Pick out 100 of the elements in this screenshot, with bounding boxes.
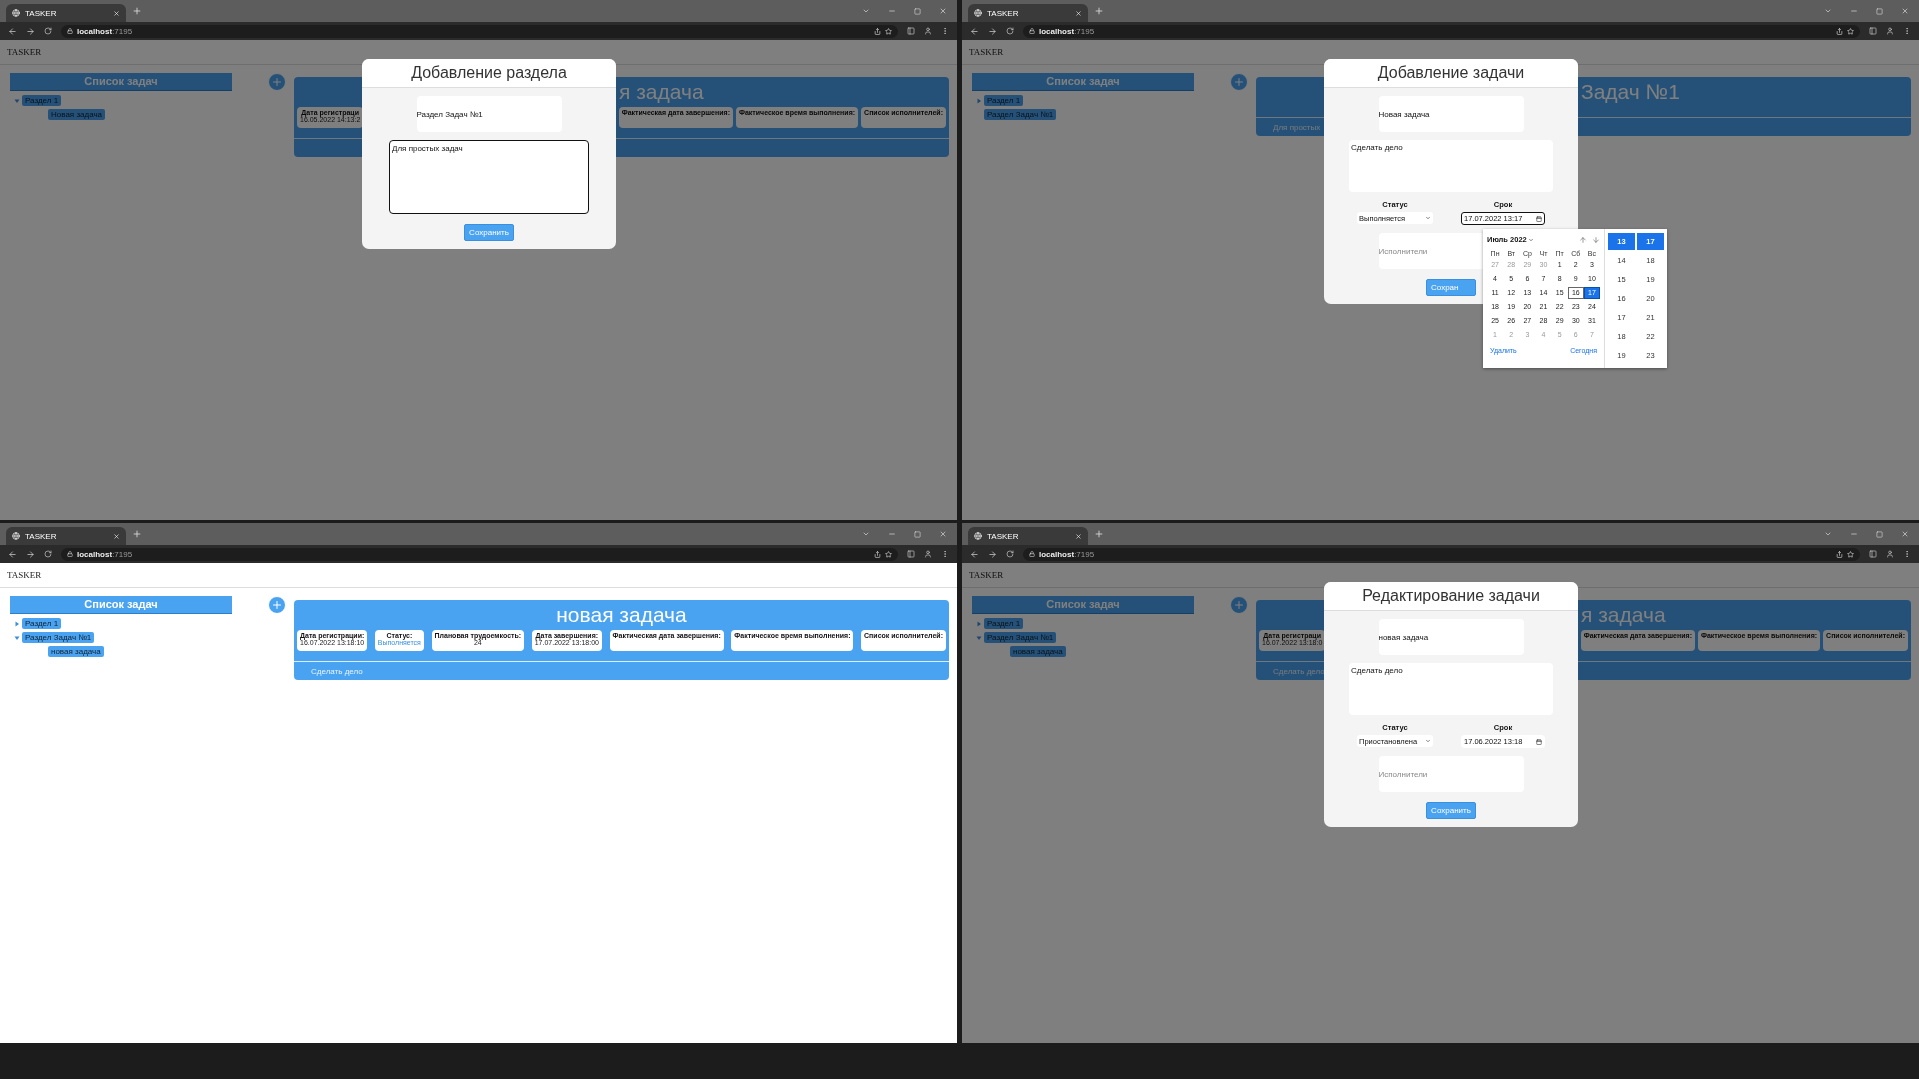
new-tab-icon[interactable] bbox=[132, 529, 142, 539]
caret-icon[interactable] bbox=[976, 97, 982, 104]
down-arrow-icon[interactable] bbox=[1592, 235, 1600, 244]
globe-icon bbox=[974, 9, 982, 17]
caret-icon[interactable] bbox=[976, 634, 982, 641]
caret-icon bbox=[1425, 738, 1431, 744]
back-icon[interactable] bbox=[970, 26, 979, 36]
description-field[interactable]: Для простых задач bbox=[389, 140, 589, 214]
sidebar-title: Список задач bbox=[10, 596, 232, 614]
task-title: я задача bbox=[618, 79, 705, 105]
forward-icon[interactable] bbox=[26, 549, 35, 559]
back-icon[interactable] bbox=[8, 26, 17, 36]
close-icon[interactable] bbox=[939, 530, 947, 538]
address-field[interactable]: localhost:7195 bbox=[1023, 24, 1860, 38]
sidebar-title: Список задач bbox=[10, 73, 232, 91]
maximize-icon[interactable] bbox=[914, 7, 921, 15]
reload-icon[interactable] bbox=[1006, 550, 1014, 558]
sidebar-icon[interactable] bbox=[907, 550, 915, 558]
star-icon[interactable] bbox=[1847, 27, 1854, 35]
menu-icon[interactable] bbox=[941, 27, 949, 35]
name-field[interactable]: Новая задача bbox=[1378, 96, 1524, 132]
address-field[interactable]: localhost:7195 bbox=[61, 547, 898, 561]
browser-tab[interactable]: TASKER bbox=[6, 4, 126, 22]
plus-icon bbox=[1233, 76, 1245, 88]
profile-icon[interactable] bbox=[1886, 550, 1894, 558]
address-field[interactable]: localhost:7195 bbox=[61, 24, 898, 38]
address-field[interactable]: localhost:7195 bbox=[1023, 547, 1860, 561]
menu-icon[interactable] bbox=[1903, 27, 1911, 35]
share-icon[interactable] bbox=[1836, 550, 1843, 558]
task-description: Сделать дело bbox=[1272, 666, 1325, 676]
profile-icon[interactable] bbox=[924, 27, 932, 35]
star-icon[interactable] bbox=[885, 27, 892, 35]
description-field[interactable]: Сделать дело bbox=[1349, 663, 1553, 715]
add-button[interactable] bbox=[268, 73, 286, 91]
star-icon[interactable] bbox=[1847, 550, 1854, 558]
close-icon[interactable] bbox=[1901, 530, 1909, 538]
forward-icon[interactable] bbox=[988, 549, 997, 559]
sidebar-icon[interactable] bbox=[907, 27, 915, 35]
maximize-icon[interactable] bbox=[1876, 530, 1883, 538]
new-tab-icon[interactable] bbox=[1094, 6, 1104, 16]
tree-item[interactable]: Раздел Задач №1 bbox=[22, 632, 95, 643]
new-tab-icon[interactable] bbox=[1094, 529, 1104, 539]
back-icon[interactable] bbox=[8, 549, 17, 559]
caret-icon bbox=[1527, 236, 1534, 243]
chevron-down-icon[interactable] bbox=[1824, 530, 1832, 538]
add-button[interactable] bbox=[1230, 596, 1248, 614]
lock-icon bbox=[67, 551, 73, 557]
tree-item[interactable]: Раздел 1 bbox=[22, 618, 62, 629]
browser-tab[interactable]: TASKER bbox=[968, 4, 1088, 22]
sidebar-icon[interactable] bbox=[1869, 550, 1877, 558]
menu-icon[interactable] bbox=[941, 550, 949, 558]
reload-icon[interactable] bbox=[44, 550, 52, 558]
close-icon[interactable] bbox=[939, 7, 947, 15]
app-title: TASKER bbox=[0, 563, 957, 588]
task-title: я задача bbox=[1580, 602, 1667, 628]
globe-icon bbox=[12, 532, 20, 540]
globe-icon bbox=[12, 9, 20, 17]
caret-icon[interactable] bbox=[14, 97, 20, 104]
back-icon[interactable] bbox=[970, 549, 979, 559]
reload-icon[interactable] bbox=[44, 27, 52, 35]
sidebar-title: Список задач bbox=[972, 73, 1194, 91]
chevron-down-icon[interactable] bbox=[862, 530, 870, 538]
caret-icon bbox=[1425, 215, 1431, 221]
name-field[interactable]: новая задача bbox=[1378, 619, 1524, 655]
chevron-down-icon[interactable] bbox=[862, 7, 870, 15]
browser-tab[interactable]: TASKER bbox=[968, 527, 1088, 545]
maximize-icon[interactable] bbox=[914, 530, 921, 538]
browser-tab[interactable]: TASKER bbox=[6, 527, 126, 545]
lock-icon bbox=[1029, 28, 1035, 34]
share-icon[interactable] bbox=[874, 27, 881, 35]
share-icon[interactable] bbox=[1836, 27, 1843, 35]
add-button[interactable] bbox=[1230, 73, 1248, 91]
up-arrow-icon[interactable] bbox=[1579, 235, 1587, 244]
star-icon[interactable] bbox=[885, 550, 892, 558]
forward-icon[interactable] bbox=[26, 26, 35, 36]
tree-item[interactable]: новая задача bbox=[48, 646, 104, 657]
profile-icon[interactable] bbox=[1886, 27, 1894, 35]
new-tab-icon[interactable] bbox=[132, 6, 142, 16]
task-description: Для простых bbox=[1272, 122, 1321, 132]
calendar-icon bbox=[1536, 738, 1542, 745]
reload-icon[interactable] bbox=[1006, 27, 1014, 35]
caret-icon[interactable] bbox=[976, 620, 982, 627]
share-icon[interactable] bbox=[874, 550, 881, 558]
caret-icon[interactable] bbox=[14, 620, 20, 627]
performers-field[interactable]: Исполнители bbox=[1378, 756, 1524, 792]
plus-icon bbox=[271, 76, 283, 88]
maximize-icon[interactable] bbox=[1876, 7, 1883, 15]
caret-icon[interactable] bbox=[14, 634, 20, 641]
menu-icon[interactable] bbox=[1903, 550, 1911, 558]
forward-icon[interactable] bbox=[988, 26, 997, 36]
add-button[interactable] bbox=[268, 596, 286, 614]
plus-icon bbox=[1233, 599, 1245, 611]
globe-icon bbox=[974, 532, 982, 540]
chevron-down-icon[interactable] bbox=[1824, 7, 1832, 15]
description-field[interactable]: Сделать дело bbox=[1349, 140, 1553, 192]
sidebar-icon[interactable] bbox=[1869, 27, 1877, 35]
profile-icon[interactable] bbox=[924, 550, 932, 558]
name-field[interactable]: Раздел Задач №1 bbox=[416, 96, 562, 132]
close-icon[interactable] bbox=[1901, 7, 1909, 15]
modal-title: Редактирование задачи bbox=[1362, 587, 1540, 605]
